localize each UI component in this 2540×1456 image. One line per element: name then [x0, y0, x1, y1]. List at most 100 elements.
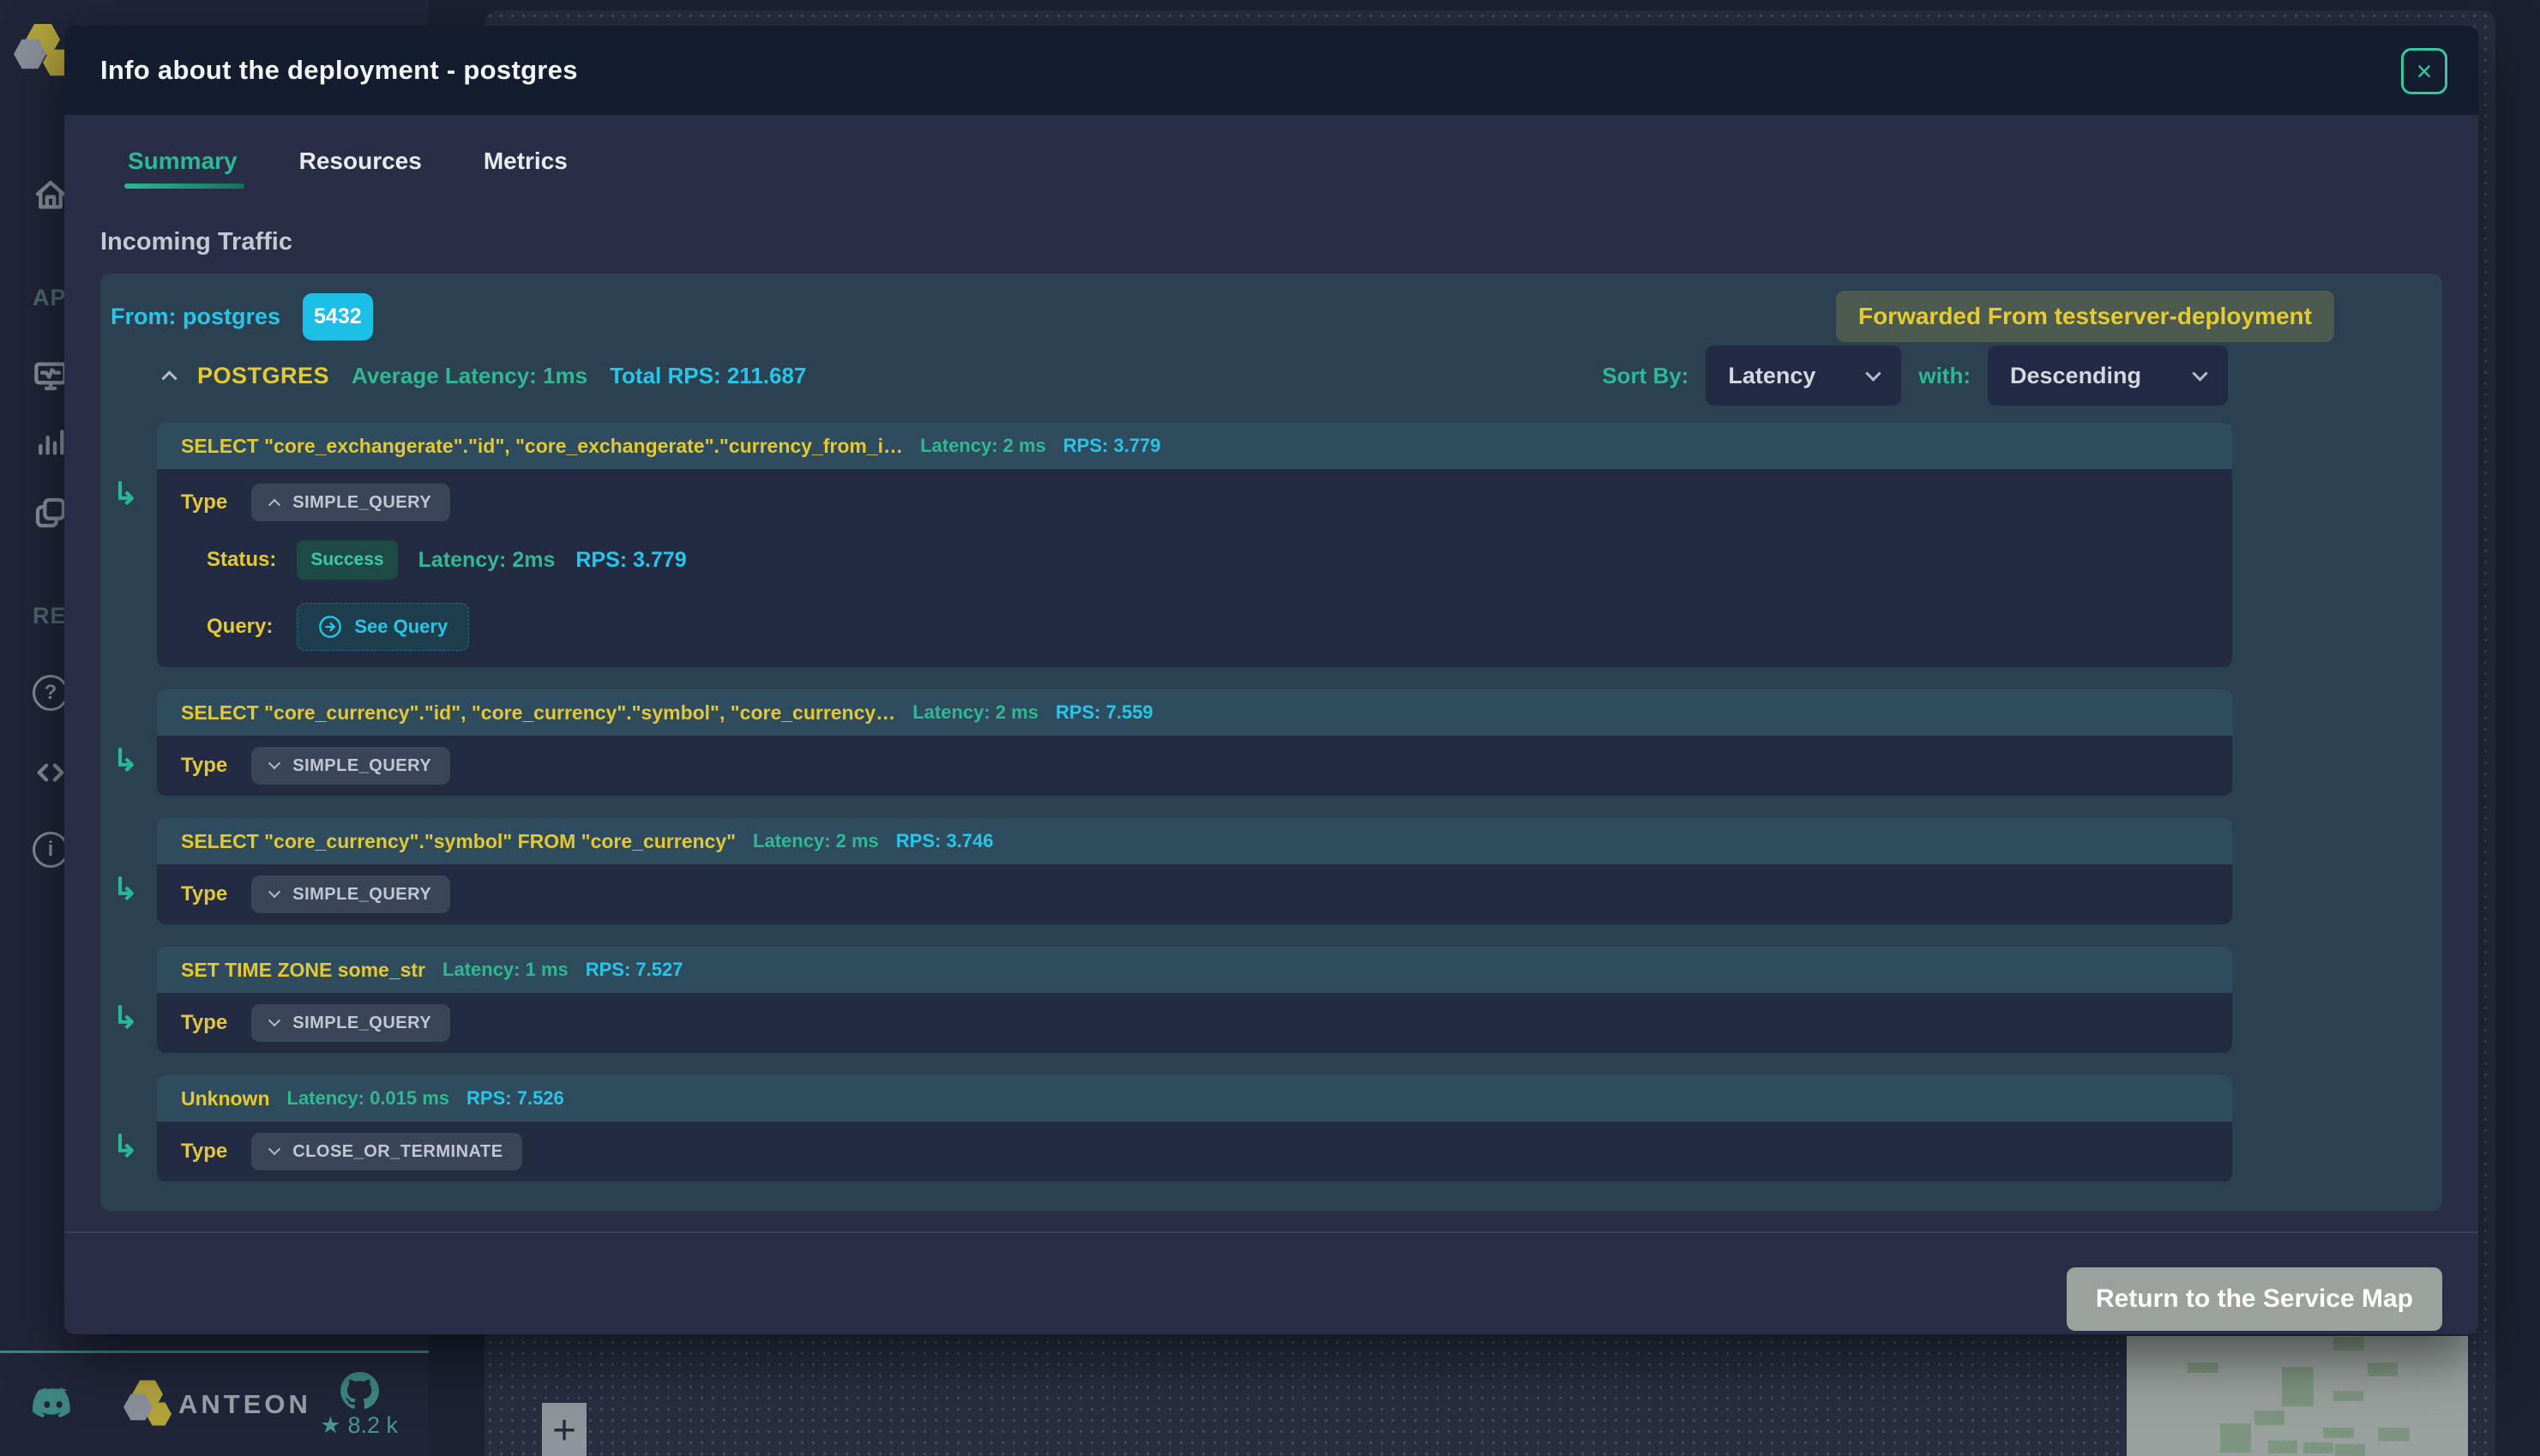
star-icon: ★: [320, 1412, 340, 1439]
modal-body: Summary Resources Metrics Incoming Traff…: [64, 115, 2478, 1334]
from-row: From: postgres 5432 Forwarded From tests…: [100, 286, 2442, 342]
query-group: ↳ SELECT "core_exchangerate"."id", "core…: [157, 423, 2232, 667]
sort-by-dropdown[interactable]: Latency: [1706, 346, 1901, 406]
type-label: Type: [181, 1140, 227, 1164]
anteon-brand[interactable]: ANTEON: [123, 1379, 311, 1430]
chevron-down-icon: [268, 1014, 280, 1026]
query-group-header[interactable]: SELECT "core_exchangerate"."id", "core_e…: [157, 423, 2232, 469]
see-query-label: See Query: [354, 616, 448, 638]
protocol-avg-latency: Average Latency: 1ms: [352, 363, 587, 389]
sort-order-label: with:: [1918, 363, 1971, 389]
type-pill[interactable]: SIMPLE_QUERY: [251, 747, 450, 785]
protocol-row: POSTGRES Average Latency: 1ms Total RPS:…: [100, 346, 2442, 406]
query-text: Unknown: [181, 1087, 270, 1110]
star-count: 8.2 k: [347, 1412, 398, 1439]
query-group-body: Type SIMPLE_QUERY: [157, 993, 2232, 1053]
tab-metrics[interactable]: Metrics: [484, 147, 568, 189]
type-pill[interactable]: SIMPLE_QUERY: [251, 875, 450, 913]
close-icon: ×: [2417, 56, 2433, 87]
modal-footer: Return to the Service Map: [100, 1233, 2442, 1331]
type-value: CLOSE_OR_TERMINATE: [292, 1142, 503, 1162]
minimap[interactable]: [2127, 1336, 2468, 1456]
monitor-pulse-icon: [33, 358, 68, 393]
from-label: From: postgres: [111, 304, 280, 330]
close-button[interactable]: ×: [2401, 48, 2447, 94]
sort-by-value: Latency: [1728, 363, 1815, 389]
copy-icon: [33, 496, 68, 530]
discord-icon[interactable]: [31, 1387, 75, 1422]
query-groups: ↳ SELECT "core_exchangerate"."id", "core…: [157, 423, 2232, 1182]
branch-arrow-icon: ↳: [112, 1128, 138, 1164]
query-group: ↳ SET TIME ZONE some_str Latency: 1 ms R…: [157, 947, 2232, 1053]
status-label: Status:: [207, 548, 276, 572]
query-group: ↳ SELECT "core_currency"."symbol" FROM "…: [157, 818, 2232, 924]
query-latency: Latency: 1 ms: [442, 959, 569, 981]
github-icon: [340, 1371, 379, 1411]
query-group-header[interactable]: SELECT "core_currency"."id", "core_curre…: [157, 689, 2232, 736]
type-label: Type: [181, 490, 227, 514]
type-pill[interactable]: SIMPLE_QUERY: [251, 484, 450, 521]
chevron-down-icon: [268, 886, 280, 898]
type-value: SIMPLE_QUERY: [292, 885, 431, 905]
query-rps: RPS: 7.527: [586, 959, 683, 981]
tab-summary[interactable]: Summary: [128, 147, 238, 189]
sidebar-footer: ANTEON ★ 8.2 k: [0, 1351, 429, 1456]
query-text: SELECT "core_currency"."symbol" FROM "co…: [181, 830, 736, 853]
query-group-body: Type SIMPLE_QUERY Status: Success Latenc…: [157, 469, 2232, 667]
deployment-info-modal: Info about the deployment - postgres × S…: [64, 26, 2478, 1334]
arrow-circle-icon: [318, 615, 342, 639]
traffic-panel: From: postgres 5432 Forwarded From tests…: [100, 274, 2442, 1211]
chevron-down-icon: [268, 1143, 280, 1155]
chevron-up-icon: [268, 499, 280, 511]
query-text: SELECT "core_exchangerate"."id", "core_e…: [181, 435, 903, 458]
anteon-logo-icon[interactable]: [14, 22, 69, 77]
zoom-in-button[interactable]: +: [542, 1403, 587, 1456]
status-badge: Success: [297, 540, 397, 580]
status-rps: RPS: 3.779: [575, 548, 686, 573]
branch-arrow-icon: ↳: [112, 871, 138, 907]
return-to-service-map-button[interactable]: Return to the Service Map: [2067, 1267, 2442, 1331]
query-detail-row: Query: See Query: [207, 603, 2208, 651]
tab-resources[interactable]: Resources: [299, 147, 422, 189]
type-value: SIMPLE_QUERY: [292, 1014, 431, 1033]
app-root: AP RE ? i: [0, 0, 2540, 1456]
sort-by-label: Sort By:: [1602, 363, 1688, 389]
tab-bar: Summary Resources Metrics: [128, 147, 2442, 189]
github-link[interactable]: ★ 8.2 k: [320, 1371, 398, 1439]
protocol-total-rps: Total RPS: 211.687: [610, 363, 806, 389]
bar-chart-icon: [33, 424, 68, 459]
query-latency: Latency: 2 ms: [753, 830, 879, 852]
modal-title: Info about the deployment - postgres: [100, 55, 578, 86]
query-latency: Latency: 2 ms: [912, 701, 1038, 724]
type-value: SIMPLE_QUERY: [292, 756, 431, 776]
type-label: Type: [181, 754, 227, 778]
query-group: ↳ Unknown Latency: 0.015 ms RPS: 7.526 T…: [157, 1075, 2232, 1182]
canvas-right-gutter: [2495, 0, 2540, 1456]
query-group-header[interactable]: Unknown Latency: 0.015 ms RPS: 7.526: [157, 1075, 2232, 1122]
query-group-header[interactable]: SELECT "core_currency"."symbol" FROM "co…: [157, 818, 2232, 864]
type-label: Type: [181, 1011, 227, 1035]
code-icon: [33, 755, 68, 790]
type-value: SIMPLE_QUERY: [292, 493, 431, 513]
incoming-traffic-title: Incoming Traffic: [100, 228, 2442, 256]
query-group: ↳ SELECT "core_currency"."id", "core_cur…: [157, 689, 2232, 796]
sort-order-dropdown[interactable]: Descending: [1988, 346, 2228, 406]
type-pill[interactable]: CLOSE_OR_TERMINATE: [251, 1133, 521, 1170]
see-query-button[interactable]: See Query: [297, 603, 469, 651]
sort-controls: Sort By: Latency with: Descending: [1602, 346, 2228, 406]
type-row: Type SIMPLE_QUERY: [181, 483, 2208, 522]
status-latency: Latency: 2ms: [418, 548, 556, 573]
sidebar-section-label-re: RE: [33, 603, 67, 629]
query-group-body: Type CLOSE_OR_TERMINATE: [157, 1122, 2232, 1182]
query-group-header[interactable]: SET TIME ZONE some_str Latency: 1 ms RPS…: [157, 947, 2232, 993]
type-pill[interactable]: SIMPLE_QUERY: [251, 1004, 450, 1042]
github-stars: ★ 8.2 k: [320, 1412, 398, 1439]
type-label: Type: [181, 882, 227, 906]
protocol-summary[interactable]: POSTGRES Average Latency: 1ms Total RPS:…: [164, 363, 806, 389]
anteon-footer-logo-icon: [123, 1379, 168, 1430]
chevron-down-icon: [268, 757, 280, 769]
chevron-down-icon: [2192, 365, 2207, 381]
query-group-body: Type SIMPLE_QUERY: [157, 864, 2232, 924]
home-icon: [33, 178, 68, 213]
port-badge: 5432: [303, 293, 373, 340]
